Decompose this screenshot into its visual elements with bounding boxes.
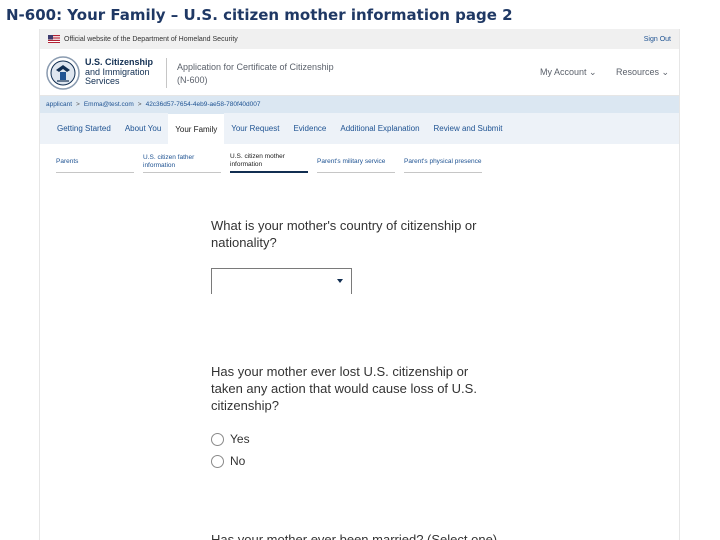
- us-flag-icon: [48, 35, 60, 43]
- application-title-line-1: Application for Certificate of Citizensh…: [177, 62, 334, 72]
- dhs-seal-icon[interactable]: [46, 56, 80, 90]
- subtab-parents[interactable]: Parents: [56, 149, 134, 173]
- gov-banner: Official website of the Department of Ho…: [40, 29, 679, 49]
- next-question-partial: Has your mother ever been married? (Sele…: [211, 531, 501, 540]
- tab-evidence[interactable]: Evidence: [286, 113, 333, 144]
- main-tabs: Getting Started About You Your Family Yo…: [40, 113, 679, 144]
- subtab-us-citizen-mother[interactable]: U.S. citizen mother information: [230, 149, 308, 173]
- tab-getting-started[interactable]: Getting Started: [50, 113, 118, 144]
- radio-button-icon[interactable]: [211, 432, 224, 446]
- tab-review-and-submit[interactable]: Review and Submit: [427, 113, 510, 144]
- subtab-parents-military-service[interactable]: Parent's military service: [317, 149, 395, 173]
- tab-your-family[interactable]: Your Family: [168, 113, 225, 144]
- breadcrumb-separator: >: [76, 101, 80, 108]
- radio-option-yes[interactable]: Yes: [211, 432, 250, 446]
- radio-label-yes: Yes: [230, 432, 250, 446]
- tab-additional-explanation[interactable]: Additional Explanation: [333, 113, 426, 144]
- breadcrumb-account[interactable]: Emma@test.com: [84, 101, 134, 108]
- breadcrumb-separator: >: [137, 101, 142, 108]
- official-website-text: Official website of the Department of Ho…: [64, 35, 238, 43]
- next-question-text: Has your mother ever been married? (Sele…: [211, 532, 498, 540]
- sub-tabs: Parents U.S. citizen father information …: [40, 144, 679, 178]
- sign-out-link[interactable]: Sign Out: [644, 36, 671, 43]
- resources-menu[interactable]: Resources ⌄: [616, 67, 669, 78]
- radio-option-no[interactable]: No: [211, 454, 245, 468]
- subtab-parents-physical-presence[interactable]: Parent's physical presence: [404, 149, 482, 173]
- tab-about-you[interactable]: About You: [118, 113, 168, 144]
- application-title-line-2: (N-600): [177, 75, 208, 85]
- application-title: Application for Certificate of Citizensh…: [177, 61, 334, 87]
- subtab-us-citizen-father[interactable]: U.S. citizen father information: [143, 149, 221, 173]
- breadcrumb: applicant > Emma@test.com > 42c36d57-765…: [40, 96, 679, 113]
- header-divider: [166, 58, 167, 88]
- chevron-down-icon: [337, 279, 343, 283]
- question-mother-lost-citizenship: Has your mother ever lost U.S. citizensh…: [211, 364, 477, 413]
- radio-label-no: No: [230, 454, 246, 468]
- site-header: U.S. Citizenship and Immigration Service…: [40, 49, 679, 96]
- breadcrumb-applicant[interactable]: applicant: [46, 101, 72, 108]
- question-mother-citizenship-country: What is your mother's country of citizen…: [211, 218, 477, 250]
- agency-name[interactable]: U.S. Citizenship and Immigration Service…: [85, 57, 153, 87]
- agency-line-3: Services: [85, 76, 120, 86]
- my-account-menu[interactable]: My Account ⌄: [540, 67, 597, 78]
- tab-your-request[interactable]: Your Request: [224, 113, 286, 144]
- breadcrumb-case-id[interactable]: 42c36d57-7654-4eb9-ae58-780f40d007: [146, 101, 261, 108]
- browser-page: Official website of the Department of Ho…: [39, 29, 680, 540]
- radio-button-icon[interactable]: [211, 454, 224, 468]
- country-select[interactable]: [211, 268, 352, 294]
- slide-title: N-600: Your Family – U.S. citizen mother…: [6, 6, 513, 24]
